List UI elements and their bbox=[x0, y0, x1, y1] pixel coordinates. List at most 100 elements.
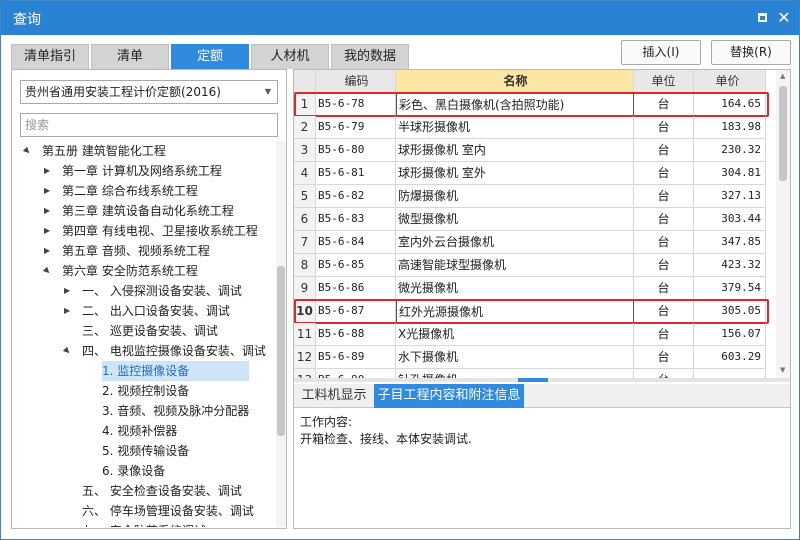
name-cell[interactable]: 微型摄像机 bbox=[396, 208, 634, 231]
code-cell[interactable]: B5-6-81 bbox=[316, 162, 396, 185]
scroll-up-icon[interactable]: ▲ bbox=[780, 72, 785, 80]
tab-material-display[interactable]: 工料机显示 bbox=[294, 384, 374, 408]
table-row[interactable]: 12 B5-6-89 水下摄像机台 603.29 bbox=[294, 346, 766, 369]
header-name[interactable]: 名称 bbox=[396, 70, 634, 93]
code-cell[interactable]: B5-6-89 bbox=[316, 346, 396, 369]
collapsed-arrow-icon[interactable]: ▶ bbox=[44, 161, 50, 181]
name-cell[interactable]: 球形摄像机 室外 bbox=[396, 162, 634, 185]
name-cell[interactable]: 红外光源摄像机 bbox=[396, 300, 634, 323]
table-row[interactable]: 3 B5-6-80 球形摄像机 室内台 230.32 bbox=[294, 139, 766, 162]
row-index[interactable]: 10 bbox=[294, 300, 316, 323]
tab-list[interactable]: 清单 bbox=[91, 44, 169, 69]
price-cell[interactable]: 423.32 bbox=[694, 254, 766, 277]
tree-item[interactable]: ▶ 第三章 建筑设备自动化系统工程 bbox=[12, 201, 274, 221]
code-cell[interactable]: B5-6-78 bbox=[316, 93, 396, 116]
price-cell[interactable]: 303.44 bbox=[694, 208, 766, 231]
header-unit[interactable]: 单位 bbox=[634, 70, 694, 93]
tree-item[interactable]: 五、 安全检查设备安装、调试 bbox=[12, 481, 274, 501]
unit-cell[interactable]: 台 bbox=[634, 277, 694, 300]
row-index[interactable]: 8 bbox=[294, 254, 316, 277]
price-cell[interactable]: 305.05 bbox=[694, 300, 766, 323]
code-cell[interactable]: B5-6-82 bbox=[316, 185, 396, 208]
tree-item[interactable]: ▶ 二、 出入口设备安装、调试 bbox=[12, 301, 274, 321]
row-index[interactable]: 9 bbox=[294, 277, 316, 300]
row-index[interactable]: 5 bbox=[294, 185, 316, 208]
name-cell[interactable]: 彩色、黑白摄像机(含拍照功能) bbox=[396, 93, 634, 116]
code-cell[interactable]: B5-6-86 bbox=[316, 277, 396, 300]
table-row[interactable]: 9 B5-6-86 微光摄像机台 379.54 bbox=[294, 277, 766, 300]
insert-button[interactable]: 插入(I) bbox=[621, 40, 701, 65]
name-cell[interactable]: X光摄像机 bbox=[396, 323, 634, 346]
title-bar[interactable]: 查询 ✕ bbox=[1, 1, 799, 35]
splitter-grip[interactable] bbox=[518, 378, 548, 382]
search-input[interactable]: 搜索 bbox=[20, 113, 278, 137]
collapsed-arrow-icon[interactable]: ▶ bbox=[44, 221, 50, 241]
grid-scrollbar-thumb[interactable] bbox=[779, 86, 787, 181]
tree-item[interactable]: 5. 视频传输设备 bbox=[12, 441, 274, 461]
row-index[interactable]: 3 bbox=[294, 139, 316, 162]
row-index[interactable]: 1 bbox=[294, 93, 316, 116]
collapsed-arrow-icon[interactable]: ▶ bbox=[44, 201, 50, 221]
tree-item[interactable]: 六、 停车场管理设备安装、调试 bbox=[12, 501, 274, 521]
tree-item[interactable]: ▶ 第五章 音频、视频系统工程 bbox=[12, 241, 274, 261]
collapsed-arrow-icon[interactable]: ▶ bbox=[44, 181, 50, 201]
code-cell[interactable]: B5-6-79 bbox=[316, 116, 396, 139]
tree-item[interactable]: 1. 监控摄像设备 bbox=[12, 361, 274, 381]
price-cell[interactable]: 379.54 bbox=[694, 277, 766, 300]
tree-item[interactable]: 三、 巡更设备安装、调试 bbox=[12, 321, 274, 341]
price-cell[interactable]: 304.81 bbox=[694, 162, 766, 185]
price-cell[interactable]: 347.85 bbox=[694, 231, 766, 254]
price-cell[interactable]: 230.32 bbox=[694, 139, 766, 162]
price-cell[interactable]: 603.29 bbox=[694, 346, 766, 369]
row-index[interactable]: 13 bbox=[294, 369, 316, 378]
unit-cell[interactable]: 台 bbox=[634, 208, 694, 231]
row-index[interactable]: 6 bbox=[294, 208, 316, 231]
unit-cell[interactable]: 台 bbox=[634, 93, 694, 116]
name-cell[interactable]: 水下摄像机 bbox=[396, 346, 634, 369]
tree-item[interactable]: 七、 安全防范系统调试 bbox=[12, 521, 274, 527]
grid-scrollbar[interactable]: ▲ ▼ bbox=[776, 70, 790, 378]
table-row[interactable]: 13B5-6-90针孔摄像机台 bbox=[294, 369, 766, 378]
name-cell[interactable]: 半球形摄像机 bbox=[396, 116, 634, 139]
header-code[interactable]: 编码 bbox=[316, 70, 396, 93]
table-row[interactable]: 6 B5-6-83 微型摄像机台 303.44 bbox=[294, 208, 766, 231]
tree-item[interactable]: ▶ 第四章 有线电视、卫星接收系统工程 bbox=[12, 221, 274, 241]
code-cell[interactable]: B5-6-83 bbox=[316, 208, 396, 231]
tree-item[interactable]: ▶ 一、 入侵探测设备安装、调试 bbox=[12, 281, 274, 301]
name-cell[interactable]: 室内外云台摄像机 bbox=[396, 231, 634, 254]
table-row[interactable]: 10 B5-6-87 红外光源摄像机台 305.05 bbox=[294, 300, 766, 323]
tree-scrollbar-thumb[interactable] bbox=[277, 266, 285, 436]
tree-scrollbar[interactable] bbox=[276, 141, 286, 527]
unit-cell[interactable]: 台 bbox=[634, 254, 694, 277]
maximize-icon[interactable] bbox=[753, 9, 771, 27]
library-select[interactable]: 贵州省通用安装工程计价定额(2016) ▼ bbox=[20, 80, 278, 104]
row-index[interactable]: 4 bbox=[294, 162, 316, 185]
price-cell[interactable]: 156.07 bbox=[694, 323, 766, 346]
tree-item[interactable]: ▲ 第六章 安全防范系统工程 bbox=[12, 261, 274, 281]
table-row[interactable]: 11 B5-6-88 X光摄像机台 156.07 bbox=[294, 323, 766, 346]
code-cell[interactable]: B5-6-80 bbox=[316, 139, 396, 162]
name-cell[interactable]: 针孔摄像机 bbox=[396, 369, 634, 378]
tree-item[interactable]: 3. 音频、视频及脉冲分配器 bbox=[12, 401, 274, 421]
expanded-arrow-icon[interactable]: ▲ bbox=[18, 142, 36, 160]
table-row[interactable]: 2 B5-6-79 半球形摄像机台 183.98 bbox=[294, 116, 766, 139]
tab-quota[interactable]: 定额 bbox=[171, 44, 249, 69]
code-cell[interactable]: B5-6-90 bbox=[316, 369, 396, 378]
collapsed-arrow-icon[interactable]: ▶ bbox=[64, 301, 70, 321]
table-row[interactable]: 1 B5-6-78 彩色、黑白摄像机(含拍照功能) 台 164.65 bbox=[294, 93, 766, 116]
tab-work-content[interactable]: 子目工程内容和附注信息 bbox=[374, 384, 524, 408]
table-row[interactable]: 8 B5-6-85 高速智能球型摄像机台 423.32 bbox=[294, 254, 766, 277]
row-index[interactable]: 12 bbox=[294, 346, 316, 369]
unit-cell[interactable]: 台 bbox=[634, 346, 694, 369]
unit-cell[interactable]: 台 bbox=[634, 369, 694, 378]
row-index[interactable]: 2 bbox=[294, 116, 316, 139]
name-cell[interactable]: 防爆摄像机 bbox=[396, 185, 634, 208]
unit-cell[interactable]: 台 bbox=[634, 185, 694, 208]
name-cell[interactable]: 微光摄像机 bbox=[396, 277, 634, 300]
tree-item[interactable]: 2. 视频控制设备 bbox=[12, 381, 274, 401]
unit-cell[interactable]: 台 bbox=[634, 162, 694, 185]
price-cell[interactable]: 327.13 bbox=[694, 185, 766, 208]
tree-item[interactable]: ▶ 第一章 计算机及网络系统工程 bbox=[12, 161, 274, 181]
code-cell[interactable]: B5-6-87 bbox=[316, 300, 396, 323]
table-row[interactable]: 7 B5-6-84 室内外云台摄像机台 347.85 bbox=[294, 231, 766, 254]
